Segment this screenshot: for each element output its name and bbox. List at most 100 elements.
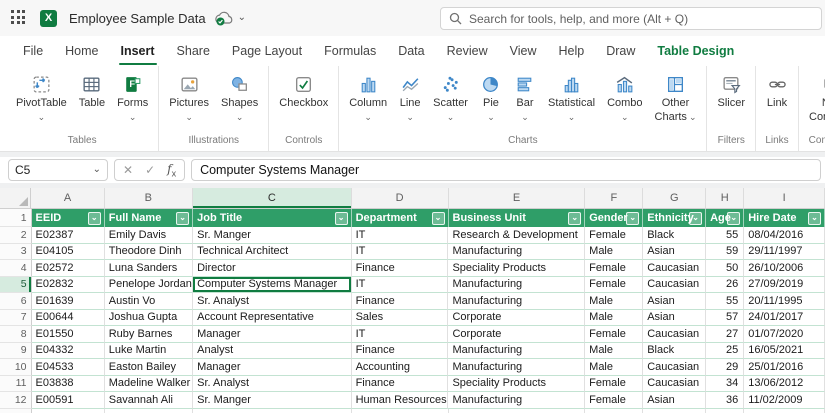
row-header-13[interactable] [0,409,32,413]
cell-F7[interactable]: Male [585,310,643,327]
cell-E2[interactable]: Research & Development [448,227,585,244]
cell-E8[interactable]: Corporate [448,326,585,343]
confirm-entry-icon[interactable]: ✓ [145,163,155,177]
cell-F11[interactable]: Female [585,376,643,393]
cell-B10[interactable]: Easton Bailey [105,359,193,376]
insert-function-icon[interactable]: fx [167,162,176,178]
row-header-1[interactable]: 1 [0,209,32,227]
row-header-6[interactable]: 6 [0,293,32,310]
cell-B2[interactable]: Emily Davis [105,227,193,244]
new-comment-button[interactable]: NewComment [803,70,825,125]
cell-C12[interactable]: Sr. Manger [193,392,351,409]
cell-F3[interactable]: Male [585,244,643,261]
cell-D3[interactable]: IT [352,244,449,261]
name-box-chevron-icon[interactable]: ⌄ [93,165,101,175]
formula-input[interactable]: Computer Systems Manager [191,159,821,181]
cell-H3[interactable]: 59 [706,244,744,261]
cell-A10[interactable]: E04533 [32,359,105,376]
row-header-9[interactable]: 9 [0,343,32,360]
filter-button-hire-date[interactable]: ⌄ [808,212,821,225]
cell-G3[interactable]: Asian [643,244,706,261]
header-cell-age[interactable]: Age⌄ [706,209,744,227]
cell-I6[interactable]: 20/11/1995 [744,293,825,310]
cell-I11[interactable]: 13/06/2012 [744,376,825,393]
cell-H8[interactable]: 27 [706,326,744,343]
cell-B7[interactable]: Joshua Gupta [105,310,193,327]
title-dropdown-chevron-icon[interactable]: ⌄ [238,13,246,23]
pictures-button[interactable]: Pictures⌄ [163,70,215,122]
menu-tab-data[interactable]: Data [387,36,435,66]
cell-B13[interactable] [105,409,193,413]
column-header-I[interactable]: I [744,188,825,209]
filter-button-department[interactable]: ⌄ [432,212,445,225]
cell-D9[interactable]: Finance [352,343,449,360]
cell-E13[interactable] [449,409,586,413]
menu-tab-draw[interactable]: Draw [595,36,646,66]
forms-button[interactable]: FForms⌄ [111,70,154,122]
cell-A12[interactable]: E00591 [32,392,105,409]
cell-I10[interactable]: 25/01/2016 [744,359,825,376]
cancel-entry-icon[interactable]: ✕ [123,163,133,177]
cell-C10[interactable]: Manager [193,359,351,376]
cell-I13[interactable] [744,409,825,413]
cell-B5[interactable]: Penelope Jordan [105,277,193,294]
header-cell-business-unit[interactable]: Business Unit⌄ [449,209,586,227]
search-bar[interactable]: Search for tools, help, and more (Alt + … [440,7,822,30]
row-header-7[interactable]: 7 [0,310,32,327]
menu-tab-page-layout[interactable]: Page Layout [221,36,313,66]
cell-E11[interactable]: Speciality Products [448,376,585,393]
checkbox-button[interactable]: Checkbox [273,70,334,111]
slicer-button[interactable]: Slicer [711,70,751,111]
filter-button-job-title[interactable]: ⌄ [335,212,348,225]
name-box[interactable]: C5 ⌄ [8,159,108,181]
statistical-button[interactable]: Statistical⌄ [542,70,601,122]
filter-button-business-unit[interactable]: ⌄ [568,212,581,225]
cell-H11[interactable]: 34 [706,376,744,393]
cell-G6[interactable]: Asian [643,293,706,310]
cell-G5[interactable]: Caucasian [643,277,706,294]
cell-C8[interactable]: Manager [193,326,351,343]
cell-C2[interactable]: Sr. Manger [193,227,351,244]
cell-G2[interactable]: Black [643,227,706,244]
cell-D2[interactable]: IT [352,227,449,244]
cell-F10[interactable]: Male [585,359,643,376]
cell-B3[interactable]: Theodore Dinh [105,244,193,261]
cell-A3[interactable]: E04105 [32,244,105,261]
cell-E10[interactable]: Manufacturing [448,359,585,376]
menu-tab-table-design[interactable]: Table Design [646,36,745,66]
row-header-2[interactable]: 2 [0,227,32,244]
column-header-A[interactable]: A [31,188,104,209]
cell-D8[interactable]: IT [352,326,449,343]
cell-D11[interactable]: Finance [352,376,449,393]
cell-B9[interactable]: Luke Martin [105,343,193,360]
cell-D5[interactable]: IT [352,277,449,294]
table-button[interactable]: Table [73,70,111,111]
menu-tab-formulas[interactable]: Formulas [313,36,387,66]
cell-E7[interactable]: Corporate [448,310,585,327]
cell-D13[interactable] [352,409,449,413]
document-title[interactable]: Employee Sample Data [69,11,206,26]
cell-F6[interactable]: Male [585,293,643,310]
cell-G13[interactable] [643,409,706,413]
combo-button[interactable]: Combo⌄ [601,70,648,122]
cell-E12[interactable]: Manufacturing [448,392,585,409]
pivottable-button[interactable]: PivotTable⌄ [10,70,73,122]
cell-D7[interactable]: Sales [352,310,449,327]
cell-A2[interactable]: E02387 [32,227,105,244]
menu-tab-share[interactable]: Share [166,36,221,66]
cell-G10[interactable]: Caucasian [643,359,706,376]
cell-G7[interactable]: Asian [643,310,706,327]
menu-tab-review[interactable]: Review [436,36,499,66]
link-button[interactable]: Link [760,70,794,111]
cell-B6[interactable]: Austin Vo [105,293,193,310]
filter-button-ethnicity[interactable]: ⌄ [689,212,702,225]
column-header-G[interactable]: G [643,188,706,209]
cell-I12[interactable]: 11/02/2009 [744,392,825,409]
cell-E4[interactable]: Speciality Products [448,260,585,277]
header-cell-full-name[interactable]: Full Name⌄ [105,209,193,227]
cell-H10[interactable]: 29 [706,359,744,376]
cell-H13[interactable] [706,409,744,413]
cell-A9[interactable]: E04332 [32,343,105,360]
cell-C13[interactable] [193,409,351,413]
cell-A13[interactable] [32,409,105,413]
